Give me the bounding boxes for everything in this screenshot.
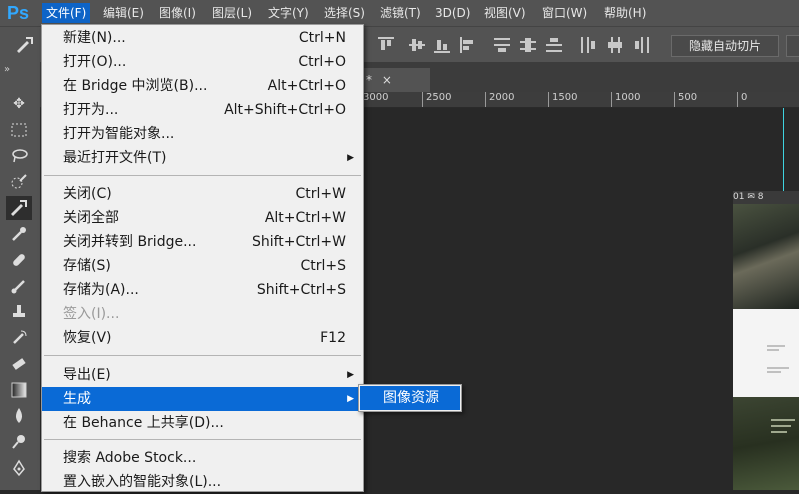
menu-item-close[interactable]: 关闭(C) Ctrl+W — [42, 182, 363, 206]
ruler-tick: 0 — [737, 92, 747, 107]
landscape-image — [733, 204, 799, 309]
slice-select-tool-icon[interactable] — [14, 35, 36, 55]
slice-label: 01 ✉ 8 — [733, 191, 799, 204]
distribute-horizontal-center-icon[interactable] — [607, 37, 623, 53]
distribute-bottom-icon[interactable] — [546, 37, 562, 53]
panel-grip-icon[interactable]: » — [4, 64, 10, 75]
menu-type[interactable]: 文字(Y) — [268, 4, 309, 22]
menu-item-check-in: 签入(I)... — [63, 306, 120, 322]
menu-item-revert[interactable]: 恢复(V) F12 — [42, 326, 363, 350]
document-tab-label: * — [366, 73, 372, 87]
submenu-arrow-icon: ▶ — [347, 394, 354, 404]
menu-bar: Ps 文件(F) 编辑(E) 图像(I) 图层(L) 文字(Y) 选择(S) 滤… — [0, 0, 799, 26]
ruler-tick: 2000 — [485, 92, 514, 107]
menu-item-search-adobe-stock[interactable]: 搜索 Adobe Stock... — [42, 446, 363, 470]
menu-layer[interactable]: 图层(L) — [212, 4, 252, 22]
close-icon[interactable]: × — [382, 73, 392, 87]
slice-options-button[interactable] — [786, 35, 799, 57]
menu-item-open-as-smart-object[interactable]: 打开为智能对象... — [42, 122, 363, 146]
menu-separator — [44, 175, 361, 176]
eyedropper-tool-icon[interactable] — [6, 222, 32, 246]
menu-separator — [44, 439, 361, 440]
ruler-tick: 500 — [674, 92, 697, 107]
photoshop-logo-icon: Ps — [6, 3, 30, 23]
align-top-icon[interactable] — [378, 37, 394, 53]
menu-item-export[interactable]: 导出(E) ▶ — [42, 363, 363, 387]
menu-item-save[interactable]: 存储(S) Ctrl+S — [42, 254, 363, 278]
document-canvas[interactable]: 01 ✉ 8 — [733, 191, 799, 490]
menu-item-share-on-behance[interactable]: 在 Behance 上共享(D)... — [42, 411, 363, 435]
align-left-icon[interactable] — [460, 37, 476, 53]
document-tab[interactable]: * × — [360, 68, 430, 92]
gradient-tool-icon[interactable] — [6, 378, 32, 402]
file-menu-dropdown: 新建(N)... Ctrl+N 打开(O)... Ctrl+O 在 Bridge 中… — [41, 24, 364, 492]
quick-selection-tool-icon[interactable] — [6, 170, 32, 194]
ruler-tick: 1000 — [611, 92, 640, 107]
menu-edit[interactable]: 编辑(E) — [103, 4, 144, 22]
menu-item-close-all[interactable]: 关闭全部 Alt+Ctrl+W — [42, 206, 363, 230]
generate-submenu: 图像资源 — [358, 384, 462, 412]
menu-file[interactable]: 文件(F) — [42, 3, 91, 23]
tools-panel: » ✥ — [0, 62, 41, 490]
menu-item-open-as[interactable]: 打开为... Alt+Shift+Ctrl+O — [42, 98, 363, 122]
distribute-center-icon[interactable] — [520, 37, 536, 53]
submenu-arrow-icon: ▶ — [347, 153, 354, 163]
menu-item-place-embedded[interactable]: 置入嵌入的智能对象(L)... — [42, 470, 363, 494]
slice-tool-icon[interactable] — [6, 196, 32, 220]
menu-item-close-and-go-to-bridge[interactable]: 关闭并转到 Bridge... Shift+Ctrl+W — [42, 230, 363, 254]
menu-item-browse-in-bridge[interactable]: 在 Bridge 中浏览(B)... Alt+Ctrl+O — [42, 74, 363, 98]
distribute-left-icon[interactable] — [580, 37, 596, 53]
align-bottom-icon[interactable] — [434, 37, 450, 53]
menu-3d[interactable]: 3D(D) — [435, 4, 470, 22]
menu-view[interactable]: 视图(V) — [484, 4, 526, 22]
clone-stamp-tool-icon[interactable] — [6, 300, 32, 324]
lasso-tool-icon[interactable] — [6, 144, 32, 168]
hide-auto-slices-button[interactable]: 隐藏自动切片 — [671, 35, 779, 57]
menu-item-image-assets[interactable]: 图像资源 — [360, 386, 460, 410]
menu-window[interactable]: 窗口(W) — [542, 4, 587, 22]
menu-help[interactable]: 帮助(H) — [604, 4, 646, 22]
distribute-top-icon[interactable] — [494, 37, 510, 53]
menu-separator — [44, 355, 361, 356]
move-tool-icon[interactable]: ✥ — [6, 92, 32, 116]
menu-item-save-as[interactable]: 存储为(A)... Shift+Ctrl+S — [42, 278, 363, 302]
menu-item-open-recent[interactable]: 最近打开文件(T) ▶ — [42, 146, 363, 170]
white-content-block — [733, 309, 799, 397]
healing-brush-tool-icon[interactable] — [6, 248, 32, 272]
menu-select[interactable]: 选择(S) — [324, 4, 365, 22]
menu-item-generate[interactable]: 生成 ▶ — [42, 387, 363, 411]
blur-tool-icon[interactable] — [6, 404, 32, 428]
pen-tool-icon[interactable] — [6, 456, 32, 480]
history-brush-tool-icon[interactable] — [6, 326, 32, 350]
menu-filter[interactable]: 滤镜(T) — [380, 4, 421, 22]
distribute-right-icon[interactable] — [634, 37, 650, 53]
brush-tool-icon[interactable] — [6, 274, 32, 298]
marquee-tool-icon[interactable] — [6, 118, 32, 142]
align-vertical-center-icon[interactable] — [409, 37, 425, 53]
dodge-tool-icon[interactable] — [6, 430, 32, 454]
ruler-tick: 2500 — [422, 92, 451, 107]
forest-image — [733, 397, 799, 490]
submenu-arrow-icon: ▶ — [347, 370, 354, 380]
ruler-tick: 1500 — [548, 92, 577, 107]
menu-item-new[interactable]: 新建(N)... Ctrl+N — [42, 26, 363, 50]
menu-item-open[interactable]: 打开(O)... Ctrl+O — [42, 50, 363, 74]
menu-image[interactable]: 图像(I) — [159, 4, 196, 22]
eraser-tool-icon[interactable] — [6, 352, 32, 376]
